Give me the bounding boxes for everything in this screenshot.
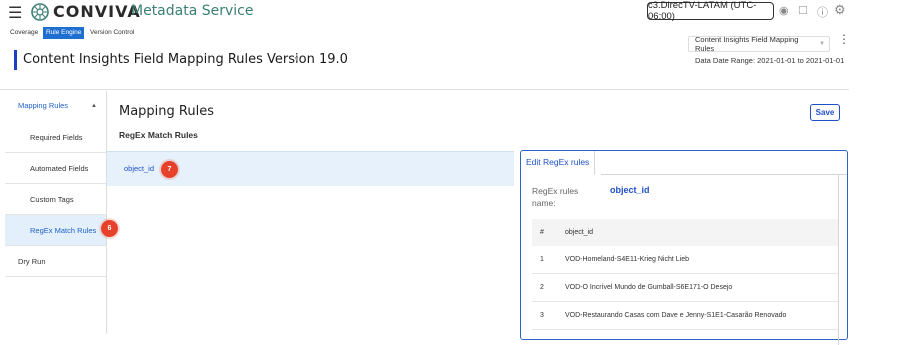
config-select-value: Content Insights Field Mapping Rules <box>695 35 799 53</box>
sidebar-section-mapping-rules[interactable]: Mapping Rules ▲ <box>5 91 106 123</box>
chat-icon[interactable]: □ <box>799 2 807 17</box>
section-subtitle: RegEx Match Rules <box>119 130 198 140</box>
sidebar-item-regex-match-rules[interactable]: RegEx Match Rules <box>5 215 106 246</box>
sidebar-item-required-fields[interactable]: Required Fields <box>5 122 106 153</box>
chevron-down-icon: ▼ <box>819 41 825 47</box>
tab-coverage[interactable]: Coverage <box>7 27 41 39</box>
rule-name: object_id <box>124 164 155 173</box>
eye-icon[interactable]: ◉ <box>779 4 789 17</box>
account-selector[interactable]: c3.DirecTV-LATAM (UTC-06:00) <box>647 0 774 22</box>
sidebar-section-label: Mapping Rules <box>18 101 69 110</box>
service-name: Metadata Service <box>131 3 254 19</box>
row-index: 1 <box>540 256 544 263</box>
row-value: VOD-O Incrível Mundo de Gumball-S6E171-O… <box>565 284 733 291</box>
more-options-icon[interactable]: ⋮ <box>838 33 850 45</box>
section-title: Mapping Rules <box>119 104 214 119</box>
column-header: object_id <box>565 229 594 236</box>
table-row[interactable]: 1 VOD-Homeland-S4E11-Krieg Nicht Lieb <box>532 246 838 274</box>
table-row[interactable]: 3 VOD-Restaurando Casas com Dave e Jenny… <box>532 302 838 330</box>
tab-edit-regex-rules[interactable]: Edit RegEx rules <box>521 151 596 175</box>
column-header: # <box>540 229 544 236</box>
date-range: Data Date Range: 2021-01-01 to 2021-01-0… <box>695 56 845 65</box>
table-row[interactable]: 2 VOD-O Incrível Mundo de Gumball-S6E171… <box>532 274 838 302</box>
conviva-logo-icon <box>31 3 49 21</box>
config-select[interactable]: Content Insights Field Mapping Rules ▼ <box>688 35 830 53</box>
sidebar: Mapping Rules ▲ Required Fields Automate… <box>5 91 107 334</box>
header-divider <box>0 89 849 90</box>
row-value: VOD-Restaurando Casas com Dave e Jenny-S… <box>565 312 787 319</box>
brand-name: CONVIVA <box>53 2 141 21</box>
sidebar-item-dry-run[interactable]: Dry Run <box>5 246 106 277</box>
chevron-down-icon[interactable]: ▼ <box>293 56 300 63</box>
gear-icon[interactable]: ⚙ <box>834 2 846 18</box>
table-header: # object_id <box>532 219 838 246</box>
edit-regex-panel: Edit RegEx rules RegEx rules name: objec… <box>520 150 848 345</box>
sidebar-item-custom-tags[interactable]: Custom Tags <box>5 184 106 215</box>
save-button[interactable]: Save <box>810 104 840 121</box>
row-index: 3 <box>540 312 544 319</box>
tab-rule-engine[interactable]: Rule Engine <box>43 27 85 39</box>
help-icon[interactable]: ⓘ <box>817 4 828 20</box>
row-value: VOD-Homeland-S4E11-Krieg Nicht Lieb <box>565 256 689 263</box>
rule-name-value: object_id <box>610 185 650 195</box>
menu-icon[interactable]: ☰ <box>8 3 22 23</box>
tab-version-control[interactable]: Version Control <box>87 27 137 39</box>
row-index: 2 <box>540 284 544 291</box>
rule-name-label: RegEx rules name: <box>532 186 579 208</box>
panel-content: RegEx rules name: object_id # object_id … <box>521 175 839 345</box>
chevron-up-icon: ▲ <box>91 103 97 109</box>
step-badge: 6 <box>101 220 118 237</box>
title-accent-bar <box>14 50 17 70</box>
sidebar-item-automated-fields[interactable]: Automated Fields <box>5 153 106 184</box>
step-badge: 7 <box>161 161 178 178</box>
